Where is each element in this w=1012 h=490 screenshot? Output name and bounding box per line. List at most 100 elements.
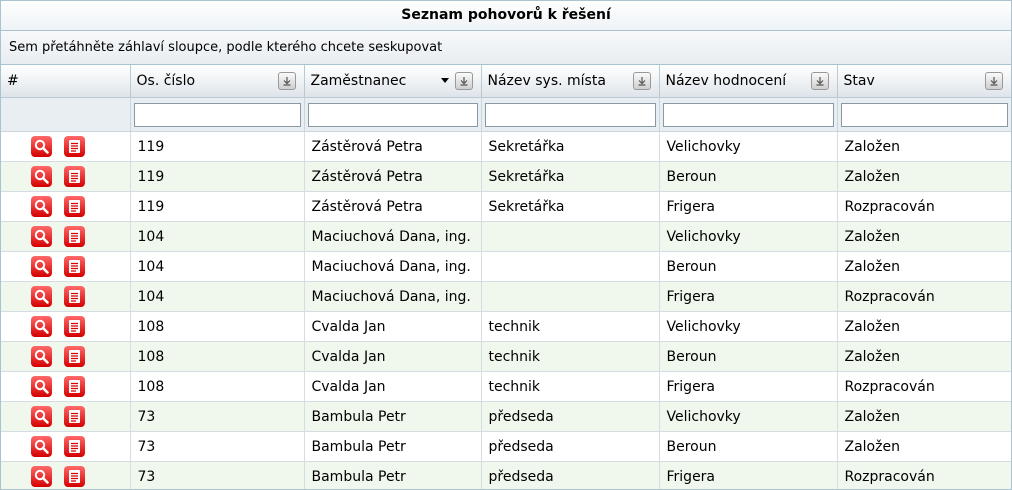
column-menu-icon[interactable]	[277, 72, 296, 90]
cell-nazev-sys-mista: technik	[481, 341, 660, 372]
magnifier-icon[interactable]	[31, 226, 52, 247]
document-icon[interactable]	[64, 136, 85, 157]
row-actions	[1, 311, 131, 342]
document-icon[interactable]	[64, 346, 85, 367]
magnifier-icon[interactable]	[31, 376, 52, 397]
cell-stav: Založen	[837, 311, 1011, 342]
table-row[interactable]: 104 Maciuchová Dana, ing. Frigera Rozpracov…	[1, 281, 1011, 312]
filter-cell-number	[1, 97, 131, 132]
table-row[interactable]: 73 Bambula Petr předseda Velichovky Založen	[1, 401, 1011, 432]
cell-os-cislo: 108	[130, 371, 305, 402]
cell-zamestnanec: Maciuchová Dana, ing.	[304, 281, 482, 312]
table-row[interactable]: 73 Bambula Petr předseda Frigera Rozpracován	[1, 461, 1011, 489]
column-header-stav[interactable]: Stav	[837, 65, 1011, 98]
cell-os-cislo: 119	[130, 161, 305, 192]
document-icon[interactable]	[64, 196, 85, 217]
cell-nazev-hodnoceni: Velichovky	[659, 131, 838, 162]
grid-title: Seznam pohovorů k řešení	[1, 1, 1011, 31]
document-icon[interactable]	[64, 436, 85, 457]
column-label: Os. číslo	[136, 73, 196, 89]
cell-stav: Založen	[837, 251, 1011, 282]
column-menu-icon[interactable]	[984, 72, 1003, 90]
magnifier-icon[interactable]	[31, 466, 52, 487]
cell-nazev-sys-mista	[481, 251, 660, 282]
magnifier-icon[interactable]	[31, 196, 52, 217]
magnifier-icon[interactable]	[31, 136, 52, 157]
cell-stav: Založen	[837, 401, 1011, 432]
document-icon[interactable]	[64, 286, 85, 307]
table-row[interactable]: 119 Zástěrová Petra Sekretářka Frigera Rozpr…	[1, 191, 1011, 222]
magnifier-icon[interactable]	[31, 166, 52, 187]
cell-nazev-sys-mista: Sekretářka	[481, 131, 660, 162]
cell-os-cislo: 108	[130, 311, 305, 342]
magnifier-icon[interactable]	[31, 316, 52, 337]
document-icon[interactable]	[64, 406, 85, 427]
document-icon[interactable]	[64, 316, 85, 337]
cell-os-cislo: 73	[130, 461, 305, 489]
column-menu-icon[interactable]	[810, 72, 829, 90]
column-label: Název hodnocení	[665, 73, 787, 89]
cell-zamestnanec: Bambula Petr	[304, 461, 482, 489]
cell-nazev-hodnoceni: Frigera	[659, 191, 838, 222]
cell-stav: Založen	[837, 131, 1011, 162]
column-header-zamestnanec[interactable]: Zaměstnanec	[304, 65, 482, 98]
cell-zamestnanec: Zástěrová Petra	[304, 191, 482, 222]
table-row[interactable]: 108 Cvalda Jan technik Frigera Rozpracován	[1, 371, 1011, 402]
table-row[interactable]: 108 Cvalda Jan technik Velichovky Založen	[1, 311, 1011, 342]
document-icon[interactable]	[64, 256, 85, 277]
magnifier-icon[interactable]	[31, 406, 52, 427]
cell-os-cislo: 73	[130, 431, 305, 462]
magnifier-icon[interactable]	[31, 256, 52, 277]
document-icon[interactable]	[64, 466, 85, 487]
magnifier-icon[interactable]	[31, 286, 52, 307]
column-menu-icon[interactable]	[454, 72, 473, 90]
filter-zamestnanec-input[interactable]	[307, 102, 478, 127]
table-row[interactable]: 73 Bambula Petr předseda Beroun Založen	[1, 431, 1011, 462]
document-icon[interactable]	[64, 226, 85, 247]
filter-stav-input[interactable]	[840, 102, 1008, 127]
column-menu-icon[interactable]	[632, 72, 651, 90]
cell-nazev-hodnoceni: Beroun	[659, 251, 838, 282]
filter-cell	[481, 97, 660, 132]
cell-stav: Rozpracován	[837, 371, 1011, 402]
cell-os-cislo: 119	[130, 191, 305, 222]
cell-nazev-sys-mista: technik	[481, 311, 660, 342]
filter-nazev-hodnoceni-input[interactable]	[662, 102, 834, 127]
table-row[interactable]: 104 Maciuchová Dana, ing. Velichovky Založe…	[1, 221, 1011, 252]
magnifier-icon[interactable]	[31, 436, 52, 457]
document-icon[interactable]	[64, 166, 85, 187]
cell-nazev-sys-mista	[481, 281, 660, 312]
column-header-number[interactable]: #	[1, 65, 131, 98]
cell-nazev-sys-mista: Sekretářka	[481, 161, 660, 192]
column-header-nazev-hodnoceni[interactable]: Název hodnocení	[659, 65, 838, 98]
magnifier-icon[interactable]	[31, 346, 52, 367]
filter-nazev-sys-mista-input[interactable]	[484, 102, 656, 127]
cell-zamestnanec: Maciuchová Dana, ing.	[304, 221, 482, 252]
cell-os-cislo: 104	[130, 281, 305, 312]
table-row[interactable]: 104 Maciuchová Dana, ing. Beroun Založen	[1, 251, 1011, 282]
column-header-os-cislo[interactable]: Os. číslo	[130, 65, 305, 98]
filter-cell	[304, 97, 482, 132]
cell-nazev-hodnoceni: Velichovky	[659, 311, 838, 342]
cell-nazev-sys-mista: předseda	[481, 431, 660, 462]
cell-os-cislo: 73	[130, 401, 305, 432]
cell-nazev-hodnoceni: Frigera	[659, 461, 838, 489]
cell-nazev-sys-mista: Sekretářka	[481, 191, 660, 222]
cell-os-cislo: 104	[130, 221, 305, 252]
cell-nazev-hodnoceni: Velichovky	[659, 221, 838, 252]
cell-stav: Založen	[837, 341, 1011, 372]
document-icon[interactable]	[64, 376, 85, 397]
cell-zamestnanec: Bambula Petr	[304, 431, 482, 462]
cell-zamestnanec: Maciuchová Dana, ing.	[304, 251, 482, 282]
row-actions	[1, 341, 131, 372]
column-header-nazev-sys-mista[interactable]: Název sys. místa	[481, 65, 660, 98]
interviews-grid: Seznam pohovorů k řešení Sem přetáhněte …	[0, 0, 1012, 490]
filter-os-cislo-input[interactable]	[133, 102, 301, 127]
table-row[interactable]: 119 Zástěrová Petra Sekretářka Velichovky Za…	[1, 131, 1011, 162]
table-row[interactable]: 108 Cvalda Jan technik Beroun Založen	[1, 341, 1011, 372]
group-by-area[interactable]: Sem přetáhněte záhlaví sloupce, podle kt…	[1, 31, 1011, 65]
table-row[interactable]: 119 Zástěrová Petra Sekretářka Beroun Založe…	[1, 161, 1011, 192]
row-actions	[1, 371, 131, 402]
cell-zamestnanec: Cvalda Jan	[304, 341, 482, 372]
cell-stav: Založen	[837, 221, 1011, 252]
